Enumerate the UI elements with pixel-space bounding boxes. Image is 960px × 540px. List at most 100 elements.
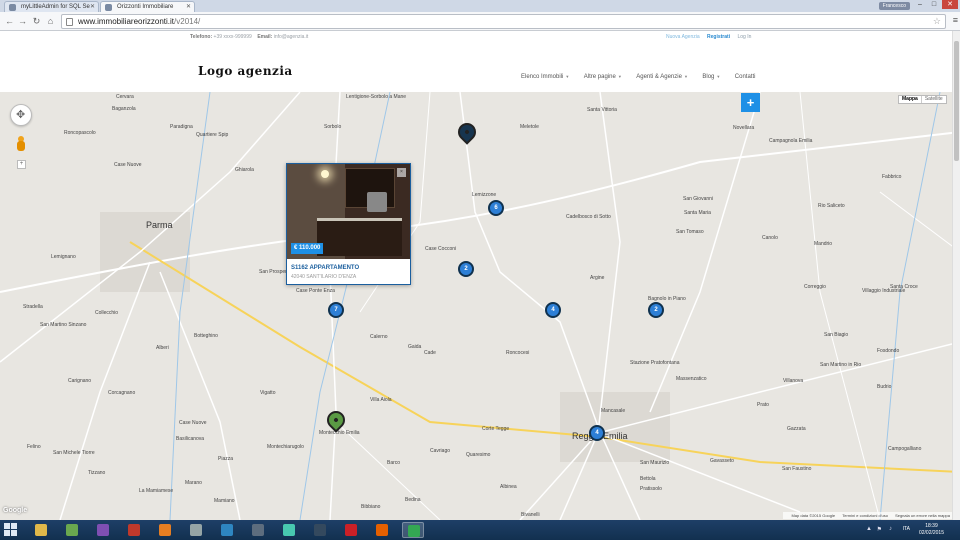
chrome-icon <box>408 525 420 537</box>
place-label: Santa Maria <box>684 210 711 216</box>
photo-counter <box>317 218 402 256</box>
nav-elenco-immobili[interactable]: Elenco Immobili ▼ <box>521 74 569 80</box>
place-label: Corte Tegge <box>482 426 510 432</box>
menu-icon[interactable]: ≡ <box>953 15 958 25</box>
input-language[interactable]: ITA <box>903 526 910 532</box>
new-agency-link[interactable]: Nuova Agenzia <box>666 34 700 40</box>
visual-studio-icon <box>97 524 109 536</box>
place-label: Meletole <box>520 124 539 130</box>
marker-cluster[interactable]: 4 <box>589 425 605 441</box>
place-label: Calerno <box>370 334 388 340</box>
clock-time: 18:39 <box>925 523 938 529</box>
minimize-button[interactable]: – <box>914 0 926 9</box>
place-label: Quaresimo <box>466 452 491 458</box>
place-label: Prato <box>757 402 769 408</box>
zoom-in-button[interactable]: + <box>17 160 26 169</box>
place-label: San Faustino <box>782 466 812 472</box>
nav-blog[interactable]: Blog ▼ <box>702 74 720 80</box>
maximize-button[interactable]: □ <box>928 0 940 9</box>
home-icon[interactable]: ⌂ <box>45 16 56 27</box>
nav-label: Blog <box>702 74 715 80</box>
add-property-button[interactable]: + <box>741 93 760 112</box>
marker-cluster[interactable]: 7 <box>328 302 344 318</box>
taskbar-remote-button[interactable] <box>247 522 269 538</box>
browser-toolbar: ← → ↻ ⌂ www.immobiliareorizzonti.it/v201… <box>0 12 960 31</box>
contact-info: Telefono: +39 xxxx-999999 Email: info@ag… <box>190 34 308 40</box>
map-type-satellite-button[interactable]: Satellite <box>922 96 946 103</box>
taskbar-filezilla-button[interactable] <box>123 522 145 538</box>
close-window-button[interactable]: ✕ <box>942 0 958 9</box>
map-type-map-button[interactable]: Mappa <box>899 96 922 103</box>
browser-chrome: myLittleAdmin for SQL Se ✕ Orizzonti Imm… <box>0 0 960 31</box>
bookmark-star-icon[interactable]: ☆ <box>933 15 941 28</box>
nav-agenti-agenzie[interactable]: Agenti & Agenzie ▼ <box>636 74 688 80</box>
place-label: Basilicanova <box>176 436 205 442</box>
volume-icon[interactable]: ♪ <box>889 526 892 532</box>
place-label: Villa Aiola <box>370 397 392 403</box>
property-popup[interactable]: × € 110.000 S1162 APPARTAMENTO 42040 SAN… <box>286 163 411 285</box>
marker-cluster[interactable]: 6 <box>488 200 504 216</box>
taskbar-opera-button[interactable] <box>340 522 362 538</box>
taskbar-outlook-button[interactable] <box>216 522 238 538</box>
email-value[interactable]: info@agenzia.it <box>274 34 309 40</box>
google-logo[interactable]: Google <box>3 507 27 514</box>
place-label: Alberi <box>156 345 169 351</box>
place-label: Baganzola <box>112 106 136 112</box>
place-label: Santa Vittoria <box>587 107 617 113</box>
place-label: Ghiarola <box>235 167 254 173</box>
tab-mylittleadmin[interactable]: myLittleAdmin for SQL Se ✕ <box>4 1 99 12</box>
register-link[interactable]: Registrati <box>707 34 730 40</box>
place-label: San Martino Sinzano <box>40 322 87 328</box>
property-map[interactable]: Parma Reggio Emilia Cervara Baganzola Pa… <box>0 92 960 520</box>
place-label: Stazione Pratofontana <box>630 360 680 366</box>
taskbar-visual-studio-button[interactable] <box>92 522 114 538</box>
report-error-link[interactable]: Segnala un errore nella mappa <box>895 513 950 518</box>
street-view-pegman-icon[interactable] <box>17 136 25 152</box>
page-icon <box>66 18 73 26</box>
taskbar-network-button[interactable] <box>309 522 331 538</box>
taskbar-sql-tool-button[interactable] <box>278 522 300 538</box>
close-icon[interactable]: ✕ <box>186 2 191 12</box>
back-arrow-icon[interactable]: ← <box>4 16 15 27</box>
close-icon[interactable]: ✕ <box>90 2 95 12</box>
reload-icon[interactable]: ↻ <box>31 16 42 27</box>
nav-altre-pagine[interactable]: Altre pagine ▼ <box>584 74 622 80</box>
taskbar-firefox-button[interactable] <box>371 522 393 538</box>
taskbar-tool-button[interactable] <box>185 522 207 538</box>
taskbar-clock[interactable]: 18:39 02/02/2015 <box>919 523 944 537</box>
place-label: Villanova <box>783 378 804 384</box>
top-links: Nuova Agenzia Registrati Log In <box>660 34 751 40</box>
marker-cluster[interactable]: 4 <box>545 302 561 318</box>
place-label: Argine <box>590 275 605 281</box>
flag-icon[interactable]: ⚑ <box>877 526 882 533</box>
place-label: Piazza <box>218 456 234 462</box>
site-logo[interactable]: Logo agenzia <box>198 64 293 78</box>
profile-badge[interactable]: Francesco <box>878 2 910 10</box>
terms-link[interactable]: Termini e condizioni d'uso <box>842 513 888 518</box>
place-label: San Maurizio <box>640 460 670 466</box>
tray-arrow-icon[interactable]: ▲ <box>866 526 872 532</box>
nav-label: Elenco Immobili <box>521 74 564 80</box>
start-logo-tile <box>4 530 10 536</box>
login-link[interactable]: Log In <box>737 34 751 40</box>
taskbar-paint-button[interactable] <box>154 522 176 538</box>
place-label: Canolo <box>762 235 778 241</box>
taskbar-notepad-button[interactable] <box>61 522 83 538</box>
pan-control[interactable] <box>10 104 32 126</box>
place-label: Pratissolo <box>640 486 662 492</box>
tab-orizzonti[interactable]: Orizzonti Immobiliare ✕ <box>100 1 195 12</box>
property-title[interactable]: S1162 APPARTAMENTO <box>291 265 359 271</box>
page-scrollbar[interactable] <box>952 31 960 520</box>
marker-cluster[interactable]: 2 <box>648 302 664 318</box>
scrollbar-thumb[interactable] <box>954 41 959 161</box>
address-bar[interactable]: www.immobiliareorizzonti.it/v2014/ ☆ <box>61 14 946 29</box>
remote-icon <box>252 524 264 536</box>
marker-cluster[interactable]: 2 <box>458 261 474 277</box>
start-button[interactable] <box>4 523 18 537</box>
place-label: Lemizzone <box>472 192 497 198</box>
close-popup-icon[interactable]: × <box>397 168 406 177</box>
taskbar-chrome-button[interactable] <box>402 522 424 538</box>
taskbar-explorer-button[interactable] <box>30 522 52 538</box>
forward-arrow-icon[interactable]: → <box>17 16 28 27</box>
nav-contatti[interactable]: Contatti <box>735 74 756 80</box>
